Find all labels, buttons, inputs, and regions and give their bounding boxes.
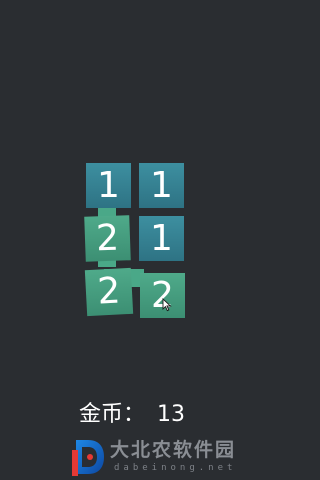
site-watermark: 大北农软件园 dabeinong.net <box>70 436 266 478</box>
watermark-title: 大北农软件园 <box>110 439 237 461</box>
tile-row1-col2[interactable]: 1 <box>139 163 184 208</box>
game-screen: 1 1 2 1 2 2 金币： 13 大北农软件园 dabeinong.net <box>0 0 270 480</box>
tile-row2-col2[interactable]: 1 <box>139 216 184 261</box>
dabeinong-logo-icon <box>72 440 104 476</box>
tile-row3-col1[interactable]: 2 <box>84 267 134 317</box>
game-board: 1 1 2 1 2 2 <box>84 163 187 318</box>
coin-counter: 金币： 13 <box>79 398 185 432</box>
tile-row2-col1[interactable]: 2 <box>84 215 131 262</box>
mouse-cursor-icon <box>162 298 172 312</box>
coin-label: 金币： <box>79 402 146 427</box>
watermark-url: dabeinong.net <box>114 463 237 473</box>
tile-row1-col1[interactable]: 1 <box>86 163 131 208</box>
coin-value: 13 <box>157 402 186 427</box>
